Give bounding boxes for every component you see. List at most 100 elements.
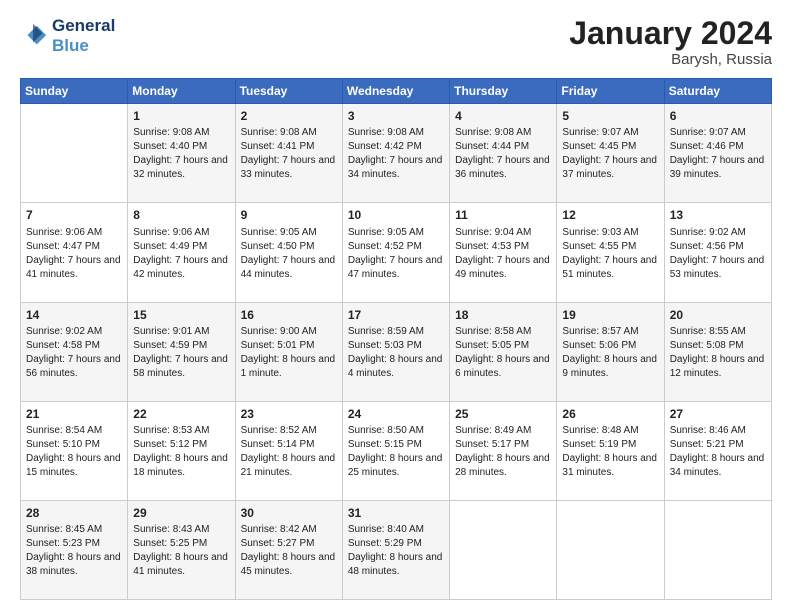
calendar-cell: 29Sunrise: 8:43 AMSunset: 5:25 PMDayligh… xyxy=(128,500,235,599)
day-info: Sunrise: 8:49 AMSunset: 5:17 PMDaylight:… xyxy=(455,424,552,480)
calendar-cell: 31 Sunrise: 8:40 AMSunset: 5:29 PMDayligh… xyxy=(342,500,449,599)
logo-icon xyxy=(20,22,48,50)
day-info: Sunrise: 9:00 AMSunset: 5:01 PMDaylight:… xyxy=(241,325,338,381)
day-info: Sunrise: 8:50 AMSunset: 5:15 PMDaylight:… xyxy=(348,424,445,480)
calendar-cell xyxy=(664,500,771,599)
day-number: 29 xyxy=(133,505,230,521)
calendar-cell: 13 Sunrise: 9:02 AMSunset: 4:56 PMDayligh… xyxy=(664,203,771,302)
calendar-cell: 28 Sunrise: 8:45 AMSunset: 5:23 PMDayligh… xyxy=(21,500,128,599)
day-info: Sunrise: 8:55 AMSunset: 5:08 PMDaylight:… xyxy=(670,325,767,381)
day-info: Sunrise: 9:07 AMSunset: 4:46 PMDaylight:… xyxy=(670,126,767,182)
day-number: 28 xyxy=(26,505,123,521)
calendar-cell: 1Sunrise: 9:08 AMSunset: 4:40 PMDaylight… xyxy=(128,104,235,203)
day-number: 24 xyxy=(348,406,445,422)
day-info: Sunrise: 9:08 AMSunset: 4:41 PMDaylight:… xyxy=(241,126,338,182)
logo-text: General Blue xyxy=(52,16,115,55)
day-info: Sunrise: 9:03 AMSunset: 4:55 PMDaylight:… xyxy=(562,226,659,282)
calendar-cell xyxy=(557,500,664,599)
calendar-cell: 6 Sunrise: 9:07 AMSunset: 4:46 PMDaylight… xyxy=(664,104,771,203)
day-number: 7 xyxy=(26,207,123,223)
day-number: 27 xyxy=(670,406,767,422)
calendar-cell xyxy=(450,500,557,599)
calendar-cell: 4Sunrise: 9:08 AMSunset: 4:44 PMDaylight… xyxy=(450,104,557,203)
day-info: Sunrise: 8:54 AMSunset: 5:10 PMDaylight:… xyxy=(26,424,123,480)
day-header-saturday: Saturday xyxy=(664,79,771,104)
day-header-tuesday: Tuesday xyxy=(235,79,342,104)
day-header-wednesday: Wednesday xyxy=(342,79,449,104)
day-number: 25 xyxy=(455,406,552,422)
day-number: 14 xyxy=(26,307,123,323)
calendar-cell: 8Sunrise: 9:06 AMSunset: 4:49 PMDaylight… xyxy=(128,203,235,302)
day-number: 5 xyxy=(562,108,659,124)
calendar-cell: 30 Sunrise: 8:42 AMSunset: 5:27 PMDayligh… xyxy=(235,500,342,599)
calendar-cell: 15 Sunrise: 9:01 AMSunset: 4:59 PMDayligh… xyxy=(128,302,235,401)
calendar-cell: 7 Sunrise: 9:06 AMSunset: 4:47 PMDaylight… xyxy=(21,203,128,302)
day-number: 16 xyxy=(241,307,338,323)
day-number: 10 xyxy=(348,207,445,223)
day-info: Sunrise: 9:08 AMSunset: 4:40 PMDaylight:… xyxy=(133,126,230,182)
calendar-cell: 20 Sunrise: 8:55 AMSunset: 5:08 PMDayligh… xyxy=(664,302,771,401)
calendar-cell: 22Sunrise: 8:53 AMSunset: 5:12 PMDayligh… xyxy=(128,401,235,500)
header-row: SundayMondayTuesdayWednesdayThursdayFrid… xyxy=(21,79,772,104)
calendar-cell: 3 Sunrise: 9:08 AMSunset: 4:42 PMDaylight… xyxy=(342,104,449,203)
calendar-cell: 12 Sunrise: 9:03 AMSunset: 4:55 PMDayligh… xyxy=(557,203,664,302)
calendar-cell: 25 Sunrise: 8:49 AMSunset: 5:17 PMDayligh… xyxy=(450,401,557,500)
header: General Blue January 2024 Barysh, Russia xyxy=(20,16,772,68)
day-info: Sunrise: 8:59 AMSunset: 5:03 PMDaylight:… xyxy=(348,325,445,381)
day-header-monday: Monday xyxy=(128,79,235,104)
day-number: 4 xyxy=(455,108,552,124)
day-number: 9 xyxy=(241,207,338,223)
day-number: 11 xyxy=(455,207,552,223)
page: General Blue January 2024 Barysh, Russia… xyxy=(0,0,792,612)
day-info: Sunrise: 9:05 AMSunset: 4:52 PMDaylight:… xyxy=(348,226,445,282)
day-info: Sunrise: 9:01 AMSunset: 4:59 PMDaylight:… xyxy=(133,325,230,381)
day-info: Sunrise: 8:57 AMSunset: 5:06 PMDaylight:… xyxy=(562,325,659,381)
day-number: 12 xyxy=(562,207,659,223)
day-number: 22 xyxy=(133,406,230,422)
logo: General Blue xyxy=(20,16,115,55)
day-header-friday: Friday xyxy=(557,79,664,104)
day-number: 23 xyxy=(241,406,338,422)
calendar-table: SundayMondayTuesdayWednesdayThursdayFrid… xyxy=(20,78,772,600)
week-row-0: 1Sunrise: 9:08 AMSunset: 4:40 PMDaylight… xyxy=(21,104,772,203)
day-number: 3 xyxy=(348,108,445,124)
day-info: Sunrise: 8:48 AMSunset: 5:19 PMDaylight:… xyxy=(562,424,659,480)
day-number: 17 xyxy=(348,307,445,323)
day-info: Sunrise: 9:05 AMSunset: 4:50 PMDaylight:… xyxy=(241,226,338,282)
day-number: 30 xyxy=(241,505,338,521)
calendar-cell: 24 Sunrise: 8:50 AMSunset: 5:15 PMDayligh… xyxy=(342,401,449,500)
calendar-cell: 18Sunrise: 8:58 AMSunset: 5:05 PMDayligh… xyxy=(450,302,557,401)
day-info: Sunrise: 8:45 AMSunset: 5:23 PMDaylight:… xyxy=(26,523,123,579)
week-row-1: 7 Sunrise: 9:06 AMSunset: 4:47 PMDaylight… xyxy=(21,203,772,302)
day-info: Sunrise: 8:46 AMSunset: 5:21 PMDaylight:… xyxy=(670,424,767,480)
day-number: 26 xyxy=(562,406,659,422)
day-number: 31 xyxy=(348,505,445,521)
day-number: 2 xyxy=(241,108,338,124)
calendar-cell: 17 Sunrise: 8:59 AMSunset: 5:03 PMDayligh… xyxy=(342,302,449,401)
day-info: Sunrise: 8:42 AMSunset: 5:27 PMDaylight:… xyxy=(241,523,338,579)
day-info: Sunrise: 9:06 AMSunset: 4:47 PMDaylight:… xyxy=(26,226,123,282)
day-info: Sunrise: 9:02 AMSunset: 4:56 PMDaylight:… xyxy=(670,226,767,282)
calendar-cell: 23 Sunrise: 8:52 AMSunset: 5:14 PMDayligh… xyxy=(235,401,342,500)
day-info: Sunrise: 9:08 AMSunset: 4:42 PMDaylight:… xyxy=(348,126,445,182)
calendar-cell: 11 Sunrise: 9:04 AMSunset: 4:53 PMDayligh… xyxy=(450,203,557,302)
week-row-3: 21 Sunrise: 8:54 AMSunset: 5:10 PMDayligh… xyxy=(21,401,772,500)
day-info: Sunrise: 9:04 AMSunset: 4:53 PMDaylight:… xyxy=(455,226,552,282)
day-header-thursday: Thursday xyxy=(450,79,557,104)
location-title: Barysh, Russia xyxy=(569,51,772,68)
day-info: Sunrise: 9:02 AMSunset: 4:58 PMDaylight:… xyxy=(26,325,123,381)
week-row-4: 28 Sunrise: 8:45 AMSunset: 5:23 PMDayligh… xyxy=(21,500,772,599)
day-number: 21 xyxy=(26,406,123,422)
day-number: 13 xyxy=(670,207,767,223)
day-header-sunday: Sunday xyxy=(21,79,128,104)
day-info: Sunrise: 8:52 AMSunset: 5:14 PMDaylight:… xyxy=(241,424,338,480)
day-info: Sunrise: 9:06 AMSunset: 4:49 PMDaylight:… xyxy=(133,226,230,282)
day-number: 6 xyxy=(670,108,767,124)
calendar-cell: 26 Sunrise: 8:48 AMSunset: 5:19 PMDayligh… xyxy=(557,401,664,500)
day-info: Sunrise: 8:40 AMSunset: 5:29 PMDaylight:… xyxy=(348,523,445,579)
day-number: 19 xyxy=(562,307,659,323)
calendar-cell: 19 Sunrise: 8:57 AMSunset: 5:06 PMDayligh… xyxy=(557,302,664,401)
day-number: 15 xyxy=(133,307,230,323)
calendar-cell: 16 Sunrise: 9:00 AMSunset: 5:01 PMDayligh… xyxy=(235,302,342,401)
day-number: 20 xyxy=(670,307,767,323)
